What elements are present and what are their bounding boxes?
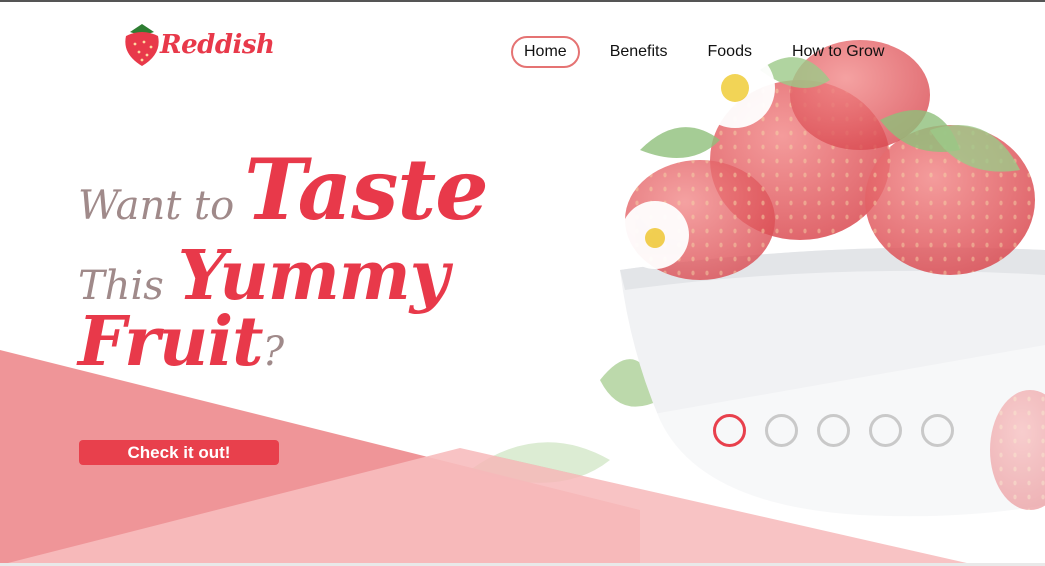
nav-home[interactable]: Home: [511, 36, 580, 68]
nav-benefits[interactable]: Benefits: [598, 37, 680, 67]
slider-dot-3[interactable]: [817, 414, 850, 447]
main-nav: Home Benefits Foods How to Grow: [511, 36, 896, 68]
brand-name: Reddish: [160, 30, 275, 60]
headline-fruit: Fruit: [78, 302, 264, 382]
slider-pagination: [713, 414, 973, 447]
hero-headline: Want to Taste This Yummy Fruit ?: [78, 140, 489, 382]
headline-question-mark: ?: [262, 329, 285, 375]
brand-logo[interactable]: Reddish: [120, 20, 275, 70]
slider-dot-4[interactable]: [869, 414, 902, 447]
slider-dot-2[interactable]: [765, 414, 798, 447]
check-it-out-button[interactable]: Check it out!: [79, 440, 279, 465]
slider-dot-1[interactable]: [713, 414, 746, 447]
headline-taste: Taste: [244, 140, 488, 239]
headline-want-to: Want to: [78, 183, 235, 229]
nav-how-to-grow[interactable]: How to Grow: [780, 37, 896, 67]
slider-dot-5[interactable]: [921, 414, 954, 447]
nav-foods[interactable]: Foods: [696, 37, 764, 67]
strawberry-logo-icon: [125, 24, 159, 66]
